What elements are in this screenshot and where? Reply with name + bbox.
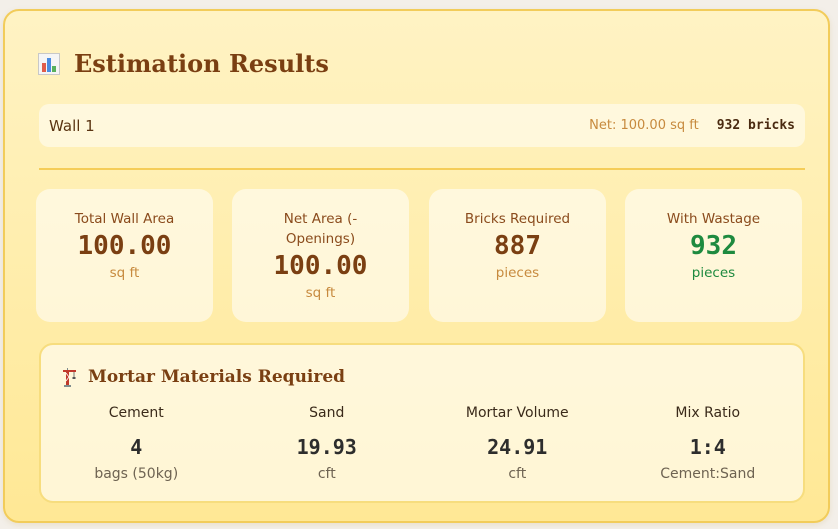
- mortar-item-value: 4: [130, 435, 143, 459]
- crane-icon: [61, 367, 78, 387]
- mortar-item-unit: Cement:Sand: [660, 466, 756, 482]
- estimation-results-card: Estimation Results Wall 1 Net: 100.00 sq…: [3, 9, 830, 523]
- stat-label: Total Wall Area: [74, 211, 175, 227]
- stat-value: 887: [494, 231, 541, 261]
- stat-unit: pieces: [495, 265, 540, 281]
- stat-label: Bricks Required: [464, 211, 571, 227]
- mortar-item-volume: Mortar Volume 24.91 cft: [422, 403, 613, 484]
- wall-summary-row: Wall 1 Net: 100.00 sq ft 932 bricks: [39, 104, 805, 147]
- stat-with-wastage: With Wastage 932 pieces: [625, 189, 802, 322]
- mortar-item-sand: Sand 19.93 cft: [232, 403, 423, 484]
- mortar-item-label: Mortar Volume: [465, 405, 569, 421]
- mortar-item-cement: Cement 4 bags (50kg): [41, 403, 232, 484]
- stat-unit: sq ft: [305, 285, 336, 301]
- wall-summary-values: Net: 100.00 sq ft 932 bricks: [589, 118, 795, 133]
- mortar-item-value: 24.91: [487, 435, 548, 459]
- stat-value: 932: [690, 231, 737, 261]
- stat-total-wall-area: Total Wall Area 100.00 sq ft: [36, 189, 213, 322]
- mortar-item-value: 19.93: [296, 435, 357, 459]
- section-divider: [39, 168, 805, 170]
- mortar-item-unit: cft: [508, 466, 527, 482]
- wall-name: Wall 1: [49, 116, 95, 135]
- mortar-item-label: Mix Ratio: [675, 405, 741, 421]
- stat-net-area: Net Area (-Openings) 100.00 sq ft: [232, 189, 409, 322]
- stat-bricks-required: Bricks Required 887 pieces: [429, 189, 606, 322]
- bar-chart-icon: [38, 52, 60, 75]
- page-title: Estimation Results: [74, 49, 329, 78]
- results-header: Estimation Results: [38, 49, 329, 78]
- stat-value: 100.00: [273, 251, 368, 281]
- stat-unit: sq ft: [109, 265, 140, 281]
- mortar-item-unit: cft: [317, 466, 336, 482]
- mortar-header: Mortar Materials Required: [61, 367, 345, 387]
- mortar-item-value: 1:4: [689, 435, 726, 459]
- stat-unit: pieces: [691, 265, 736, 281]
- wall-net-area: Net: 100.00 sq ft: [589, 118, 699, 133]
- stat-label: Net Area (-Openings): [283, 211, 358, 247]
- mortar-materials-panel: Mortar Materials Required Cement 4 bags …: [39, 343, 805, 503]
- mortar-item-unit: bags (50kg): [94, 466, 179, 482]
- mortar-item-label: Cement: [108, 405, 164, 421]
- mortar-item-mix-ratio: Mix Ratio 1:4 Cement:Sand: [613, 403, 804, 484]
- mortar-item-label: Sand: [309, 405, 345, 421]
- wall-bricks-count: 932 bricks: [716, 118, 795, 133]
- mortar-title: Mortar Materials Required: [88, 367, 346, 387]
- stat-value: 100.00: [77, 231, 172, 261]
- mortar-columns: Cement 4 bags (50kg) Sand 19.93 cft Mort…: [41, 403, 803, 484]
- stat-label: With Wastage: [666, 211, 761, 227]
